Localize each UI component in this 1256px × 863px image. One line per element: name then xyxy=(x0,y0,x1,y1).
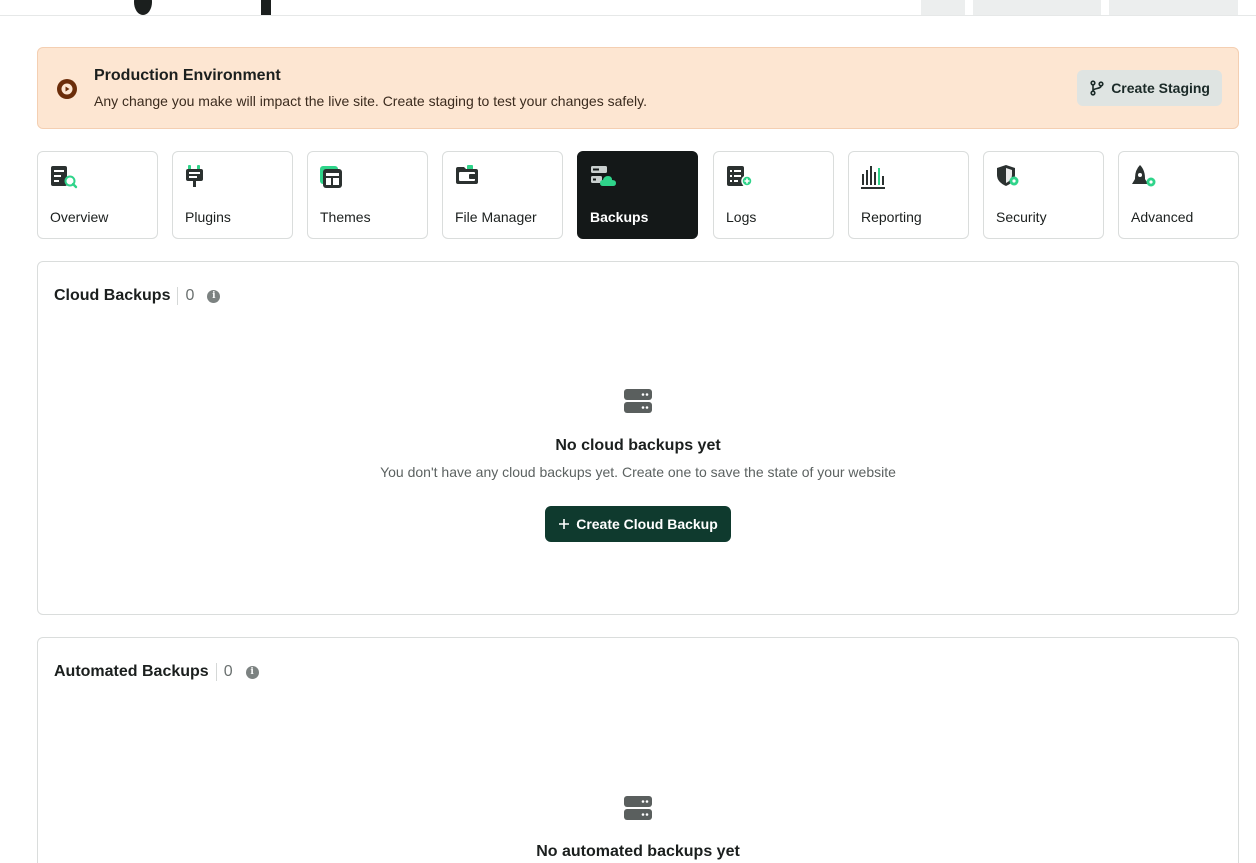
page-header xyxy=(0,0,1256,16)
tab-plugins-label: Plugins xyxy=(185,209,231,225)
empty-state-title: No automated backups yet xyxy=(536,843,740,860)
cloud-backups-count: 0 xyxy=(185,287,195,304)
tab-file-manager[interactable]: File Manager xyxy=(442,151,563,239)
automated-backups-title: Automated Backups xyxy=(54,663,209,680)
create-cloud-backup-label: Create Cloud Backup xyxy=(576,516,718,532)
cloud-backups-header: Cloud Backups 0 i xyxy=(54,287,221,305)
create-staging-label: Create Staging xyxy=(1111,80,1210,96)
tab-security[interactable]: Security xyxy=(983,151,1104,239)
tab-plugins[interactable]: Plugins xyxy=(172,151,293,239)
automated-backups-count: 0 xyxy=(223,663,233,680)
tab-security-label: Security xyxy=(996,209,1047,225)
tab-advanced-label: Advanced xyxy=(1131,209,1194,225)
git-branch-icon xyxy=(1090,80,1104,96)
empty-state-description: You don't have any cloud backups yet. Cr… xyxy=(380,464,896,480)
folder-icon xyxy=(456,165,478,184)
overview-icon xyxy=(51,166,78,189)
alert-title: Production Environment xyxy=(94,67,281,84)
tab-advanced[interactable]: Advanced xyxy=(1118,151,1239,239)
themes-icon xyxy=(320,166,342,188)
divider xyxy=(215,663,217,681)
cloud-backups-panel: Cloud Backups 0 i No cloud backups yet Y… xyxy=(37,261,1239,615)
logs-icon xyxy=(727,166,753,187)
tab-backups-label: Backups xyxy=(590,209,649,225)
tab-themes[interactable]: Themes xyxy=(307,151,428,239)
tab-overview[interactable]: Overview xyxy=(37,151,158,239)
plugin-icon xyxy=(186,165,203,187)
bar-chart-icon xyxy=(861,166,885,189)
tab-logs[interactable]: Logs xyxy=(713,151,834,239)
play-circle-icon xyxy=(57,79,77,99)
info-icon[interactable]: i xyxy=(207,289,221,303)
create-cloud-backup-button[interactable]: Create Cloud Backup xyxy=(545,506,731,542)
info-icon[interactable]: i xyxy=(245,665,259,679)
alert-description: Any change you make will impact the live… xyxy=(94,93,648,109)
server-icon xyxy=(624,796,652,820)
rocket-gear-icon xyxy=(1132,165,1156,187)
backup-cloud-icon xyxy=(591,166,616,186)
page-title xyxy=(134,0,271,15)
tab-reporting-label: Reporting xyxy=(861,209,922,225)
divider xyxy=(177,287,179,305)
automated-backups-header: Automated Backups 0 i xyxy=(54,663,259,681)
tab-overview-label: Overview xyxy=(50,209,109,225)
tab-logs-label: Logs xyxy=(726,209,757,225)
plus-icon xyxy=(559,519,570,529)
header-button[interactable] xyxy=(921,0,965,15)
automated-backups-panel: Automated Backups 0 i No automated backu… xyxy=(37,637,1239,863)
production-alert: Production Environment Any change you ma… xyxy=(37,47,1239,129)
empty-state-title: No cloud backups yet xyxy=(555,437,721,454)
header-button[interactable] xyxy=(1109,0,1238,15)
header-button[interactable] xyxy=(973,0,1101,15)
server-icon xyxy=(624,389,652,413)
tab-reporting[interactable]: Reporting xyxy=(848,151,969,239)
tab-backups[interactable]: Backups xyxy=(577,151,698,239)
tab-file-manager-label: File Manager xyxy=(455,209,537,225)
shield-icon xyxy=(997,165,1019,186)
create-staging-button[interactable]: Create Staging xyxy=(1077,70,1222,106)
cloud-backups-title: Cloud Backups xyxy=(54,287,171,304)
tab-themes-label: Themes xyxy=(320,209,371,225)
